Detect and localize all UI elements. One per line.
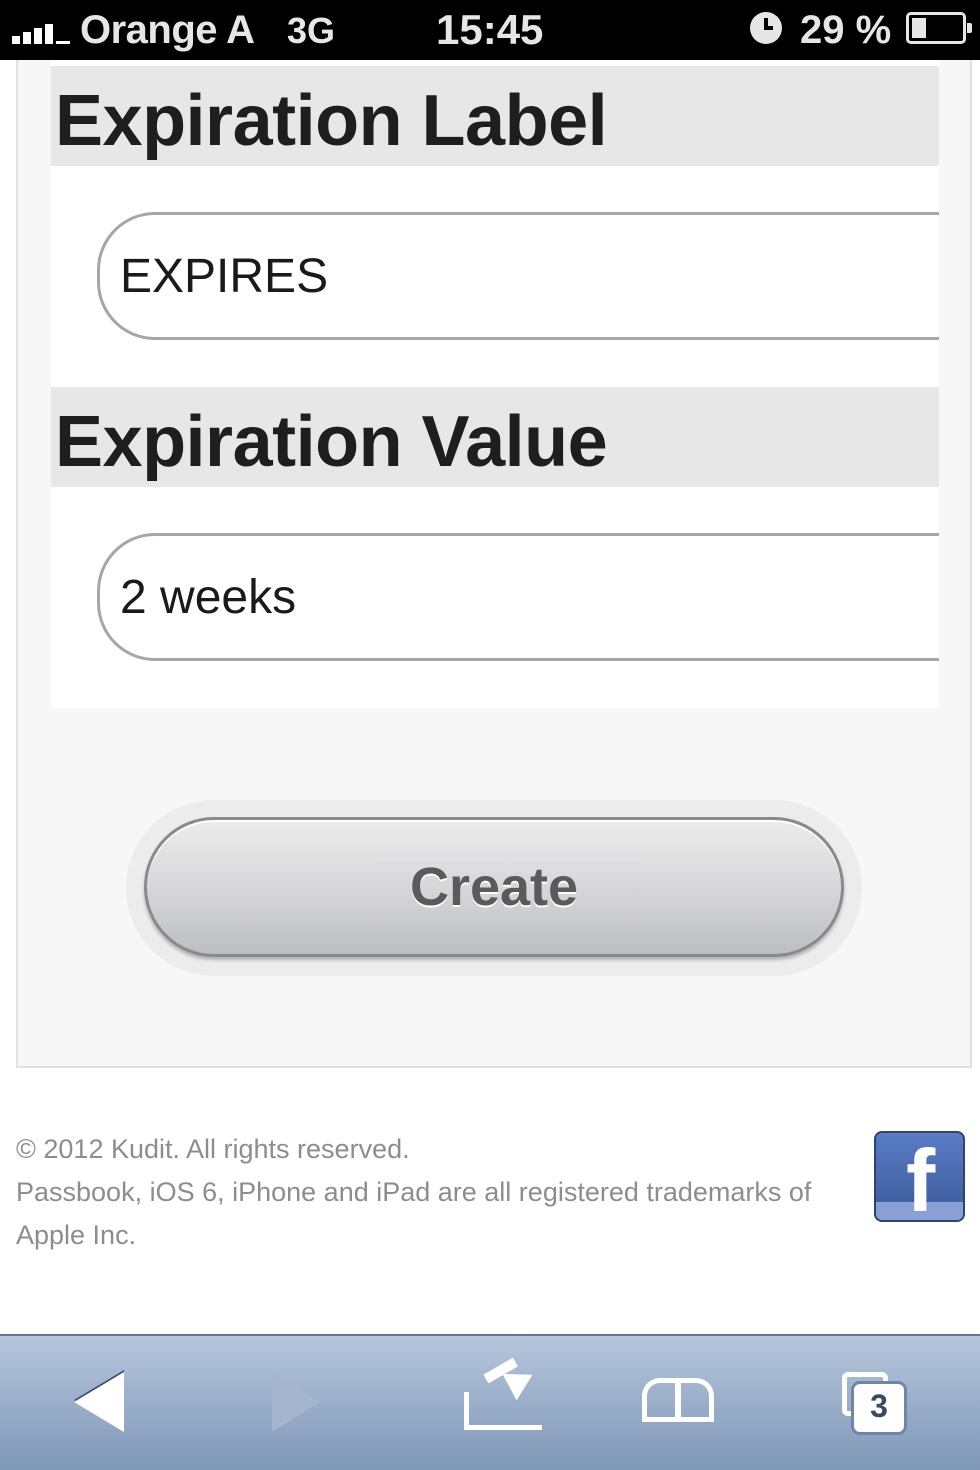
carrier-name: Orange A <box>80 8 255 52</box>
bookmarks-icon-right-page <box>678 1378 714 1422</box>
pass-form: Expiration Label EXPIRES Expiration Valu… <box>51 60 939 708</box>
create-button-well: Create <box>126 800 862 976</box>
expiration-label-heading-text: Expiration Label <box>55 81 608 161</box>
create-button-label: Create <box>409 857 579 917</box>
tabs-icon[interactable]: 3 <box>840 1370 906 1434</box>
browser-toolbar: 3 <box>0 1334 980 1470</box>
bookmarks-icon-left-page <box>642 1378 678 1422</box>
status-bar: Orange A 3G 15:45 29 % <box>0 0 980 60</box>
expiration-label-input[interactable]: EXPIRES <box>97 212 939 340</box>
signal-bars-icon <box>12 20 72 44</box>
expiration-value-heading: Expiration Value <box>51 387 939 487</box>
trademark-text: Passbook, iOS 6, iPhone and iPad are all… <box>16 1177 812 1250</box>
alarm-clock-icon <box>750 12 782 44</box>
status-time: 15:45 <box>436 6 544 53</box>
share-icon[interactable] <box>460 1357 542 1434</box>
expiration-value-input-value: 2 weeks <box>120 571 297 624</box>
bookmarks-icon[interactable] <box>642 1370 718 1434</box>
network-type: 3G <box>287 10 336 51</box>
tabs-icon-front-page: 3 <box>854 1384 904 1432</box>
expiration-value-input[interactable]: 2 weeks <box>97 533 939 661</box>
expiration-label-heading: Expiration Label <box>51 66 939 166</box>
content-card: Expiration Label EXPIRES Expiration Valu… <box>16 60 972 1068</box>
battery-percent: 29 % <box>800 8 892 52</box>
facebook-icon-glyph: f <box>906 1131 936 1222</box>
back-arrow-icon[interactable] <box>74 1370 126 1434</box>
forward-arrow-icon[interactable] <box>272 1370 324 1434</box>
share-icon-box <box>464 1392 542 1430</box>
copyright-text: © 2012 Kudit. All rights reserved. <box>16 1134 410 1164</box>
create-button[interactable]: Create <box>144 817 844 957</box>
battery-fill <box>912 18 926 38</box>
facebook-icon[interactable]: f <box>874 1131 965 1222</box>
battery-icon <box>906 12 972 44</box>
tabs-count: 3 <box>870 1388 888 1424</box>
footer: © 2012 Kudit. All rights reserved. Passb… <box>16 1128 856 1257</box>
expiration-value-heading-text: Expiration Value <box>55 402 608 482</box>
expiration-label-input-value: EXPIRES <box>120 250 329 303</box>
